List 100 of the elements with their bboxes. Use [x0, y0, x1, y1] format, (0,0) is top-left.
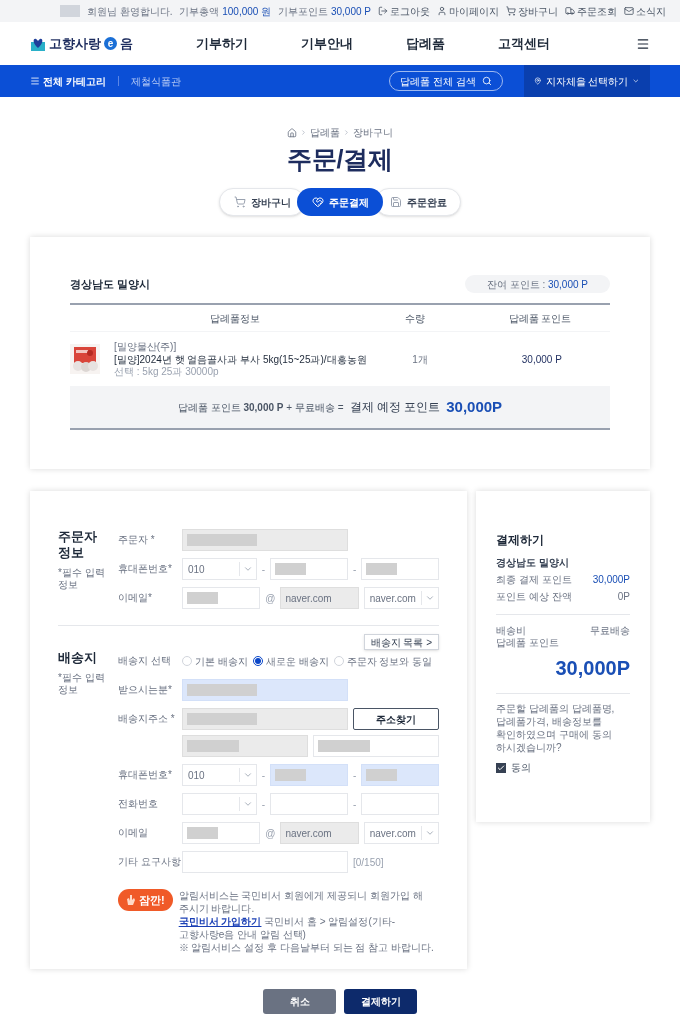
- character-counter: [0/150]: [353, 855, 384, 870]
- region-select[interactable]: 지자체을 선택하기: [524, 65, 650, 97]
- masked-value: [275, 769, 306, 781]
- payment-value: 30,000P: [592, 573, 630, 587]
- menu-icon: [30, 76, 40, 86]
- field-label: 휴대폰번호*: [118, 768, 173, 782]
- select-field[interactable]: naver.com: [363, 822, 439, 844]
- top-link[interactable]: 마이페이지: [437, 3, 499, 19]
- payment-label: 포인트 예상 잔액: [496, 590, 572, 604]
- mail-icon: [624, 6, 634, 16]
- select-field[interactable]: [182, 793, 257, 815]
- column-header: 답례품 포인트: [507, 311, 573, 326]
- payment-total: 30,000P: [554, 656, 630, 681]
- main-menu-item[interactable]: 답례품: [405, 33, 445, 54]
- input-field[interactable]: naver.com: [280, 587, 359, 609]
- column-header: 수량: [404, 311, 426, 326]
- masked-value: [187, 740, 240, 752]
- address-list-button[interactable]: 배송지 목록 >: [363, 634, 439, 650]
- separator: -: [261, 768, 266, 783]
- masked-value: [187, 592, 218, 604]
- logo[interactable]: 고향사랑 e 음: [30, 33, 150, 54]
- input-field[interactable]: [270, 558, 348, 580]
- payment-label: 배송비: [496, 625, 526, 637]
- category-link[interactable]: 제철식품관: [130, 73, 181, 89]
- user-icon: [437, 6, 447, 16]
- main-menu-item[interactable]: 기부하기: [196, 33, 249, 54]
- breadcrumb-link[interactable]: 장바구니: [353, 125, 393, 140]
- select-field[interactable]: 010: [182, 764, 257, 786]
- home-icon[interactable]: [287, 127, 297, 138]
- main-menu-item[interactable]: 고객센터: [497, 33, 550, 54]
- cart-icon: [506, 6, 516, 16]
- agreement-question: 주문할 답례품의 답례품명, 답례품가격, 배송정보를 확인하였으며 구매에 동의 하시겠습니까?: [496, 702, 616, 754]
- field-label: 주문자 *: [118, 533, 156, 547]
- order-step: 주문결제: [297, 188, 383, 216]
- input-field[interactable]: [182, 822, 261, 844]
- top-link[interactable]: 주문조회: [565, 3, 617, 19]
- required-note: *필수 입력 정보: [58, 567, 106, 591]
- masked-value: [187, 534, 258, 546]
- payment-value: 무료배송: [590, 625, 630, 637]
- top-link[interactable]: 소식지: [624, 3, 666, 19]
- balance-pill: 잔여 포인트 : 30,000 P: [464, 275, 610, 293]
- save-icon: [389, 196, 402, 208]
- payment-title: 결제하기: [496, 532, 545, 549]
- top-link[interactable]: 로그아웃: [378, 3, 430, 19]
- payment-label: 답례품 포인트: [496, 637, 560, 649]
- truck-icon: [565, 6, 575, 16]
- input-field[interactable]: [361, 793, 439, 815]
- main-menu-item[interactable]: 기부안내: [301, 33, 354, 54]
- summary-text: 답례품 포인트 30,000 P + 무료배송 =: [177, 400, 344, 415]
- donation-stat: 기부총액 100,000 원: [179, 4, 272, 19]
- product-option: 선택 : 5kg 25과 30000p: [114, 365, 367, 378]
- total-label: 결제 예정 포인트: [349, 399, 441, 416]
- hand-icon: [126, 894, 136, 906]
- quantity: 1개: [411, 352, 429, 367]
- pay-button[interactable]: 결제하기: [344, 989, 417, 1014]
- input-field[interactable]: [361, 558, 439, 580]
- agree-checkbox[interactable]: 동의: [496, 760, 630, 775]
- input-field[interactable]: [182, 735, 308, 757]
- chevron-down-icon: [425, 593, 435, 603]
- payment-region: 경상남도 밀양시: [496, 556, 570, 570]
- notice-text: 알림서비스는 국민비서 회원에게 제공되니 회원가입 해 주시기 바랍니다.: [178, 889, 424, 915]
- section-title: 배송지: [58, 650, 98, 666]
- input-field[interactable]: [313, 735, 439, 757]
- input-field[interactable]: [361, 764, 439, 786]
- input-field[interactable]: [182, 679, 348, 701]
- masked-value: [366, 563, 397, 575]
- input-field[interactable]: [182, 708, 348, 730]
- select-field[interactable]: 010: [182, 558, 257, 580]
- field-label: 이메일: [118, 826, 149, 840]
- field-label: 기타 요구사항: [118, 855, 182, 869]
- category-menu-button[interactable]: 전체 카테고리: [30, 73, 106, 89]
- breadcrumb-link[interactable]: 답례품: [310, 125, 340, 140]
- address-search-button[interactable]: 주소찾기: [353, 708, 439, 730]
- radio-option[interactable]: 주문자 정보와 동일: [333, 653, 433, 669]
- input-field[interactable]: [182, 529, 348, 551]
- chevron-down-icon: [425, 828, 435, 838]
- radio-option[interactable]: 새로운 배송지: [252, 653, 329, 669]
- field-label: 휴대폰번호*: [118, 562, 173, 576]
- masked-value: [187, 827, 218, 839]
- radio-option[interactable]: 기본 배송지: [182, 653, 248, 669]
- input-field[interactable]: [270, 764, 348, 786]
- input-field[interactable]: [270, 793, 348, 815]
- input-field[interactable]: [182, 587, 261, 609]
- input-field[interactable]: naver.com: [280, 822, 359, 844]
- input-field[interactable]: [182, 851, 348, 873]
- cart-icon: [233, 196, 246, 208]
- chevron-right-icon: [343, 129, 350, 136]
- column-header: 답례품정보: [209, 311, 261, 326]
- separator: @: [265, 826, 276, 841]
- product-points: 30,000 P: [520, 352, 563, 367]
- chevron-down-icon: [632, 76, 640, 86]
- signup-link[interactable]: 국민비서 가입하기: [178, 916, 262, 927]
- field-label: 이메일*: [118, 591, 153, 605]
- product-name: [밀양]2024년 햇 얼음골사과 부사 5kg(15~25과)/대흥농원: [114, 352, 367, 366]
- cancel-button[interactable]: 취소: [263, 989, 336, 1014]
- page-title: 주문/결제: [285, 144, 395, 175]
- top-link[interactable]: 장바구니: [506, 3, 558, 19]
- select-field[interactable]: naver.com: [363, 587, 439, 609]
- separator: -: [352, 562, 357, 577]
- menu-icon[interactable]: [636, 36, 650, 51]
